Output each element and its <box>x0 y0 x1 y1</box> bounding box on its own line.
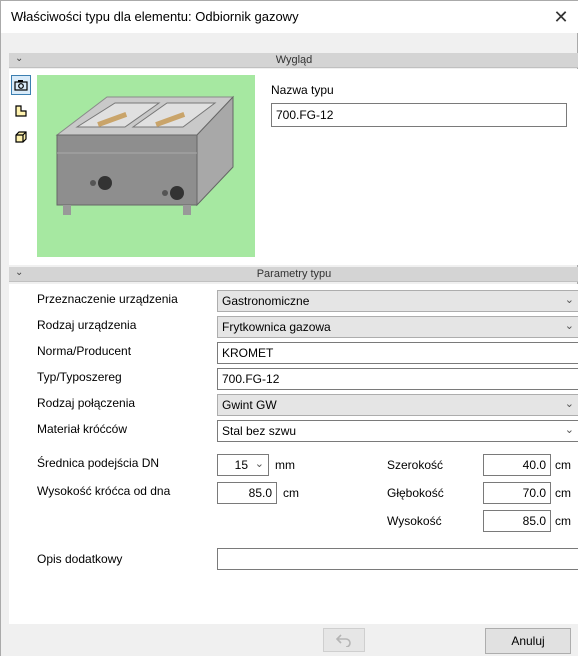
3d-view-button[interactable] <box>11 127 31 147</box>
height-unit: cm <box>555 514 571 528</box>
type-name-label: Nazwa typu <box>271 83 334 97</box>
diameter-unit: mm <box>275 458 295 472</box>
purpose-value: Gastronomiczne <box>222 294 310 308</box>
height-label: Wysokość <box>387 514 442 528</box>
chevron-down-icon: ⌄ <box>564 320 574 332</box>
purpose-label: Przeznaczenie urządzenia <box>37 292 178 306</box>
params-section-label: Parametry typu <box>256 268 332 280</box>
window-title: Właściwości typu dla elementu: Odbiornik… <box>11 9 299 24</box>
cube-icon <box>15 131 27 143</box>
title-bar: Właściwości typu dla elementu: Odbiornik… <box>1 1 578 33</box>
stub-height-unit: cm <box>283 486 299 500</box>
device-type-value: Frytkownica gazowa <box>222 320 331 334</box>
chevron-down-icon: ⌄ <box>564 294 574 306</box>
diameter-select[interactable]: 15 ⌄ <box>217 454 269 476</box>
connection-type-select[interactable]: Gwint GW ⌄ <box>217 394 578 416</box>
connection-type-label: Rodzaj połączenia <box>37 396 136 410</box>
look-section-label: Wygląd <box>275 54 313 66</box>
stub-height-input[interactable]: 85.0 <box>217 482 277 504</box>
stub-material-label: Materiał króćców <box>37 422 128 436</box>
stub-material-value: Stal bez szwu <box>222 424 297 438</box>
description-input[interactable] <box>217 548 578 570</box>
type-name-input[interactable]: 700.FG-12 <box>271 103 567 127</box>
series-input[interactable]: 700.FG-12 <box>217 368 578 390</box>
description-label: Opis dodatkowy <box>37 552 123 566</box>
diameter-label: Średnica podejścia DN <box>37 456 160 470</box>
gas-fryer-preview <box>37 75 255 257</box>
chevron-down-icon: ⌄ <box>564 424 574 436</box>
camera-icon <box>14 80 28 91</box>
undo-button[interactable] <box>323 628 365 652</box>
dialog-footer: Anuluj <box>1 624 578 656</box>
layout-view-button[interactable] <box>11 101 31 121</box>
close-button[interactable]: ✕ <box>549 5 573 29</box>
params-panel: Przeznaczenie urządzenia Gastronomiczne … <box>9 284 578 624</box>
width-label: Szerokość <box>387 458 444 472</box>
cancel-button[interactable]: Anuluj <box>485 628 571 654</box>
diameter-value: 15 <box>234 458 248 472</box>
depth-label: Głębokość <box>387 486 444 500</box>
chevron-down-icon: ⌄ <box>564 398 574 410</box>
look-panel: Nazwa typu 700.FG-12 <box>9 69 578 265</box>
manufacturer-label: Norma/Producent <box>37 344 132 358</box>
layout-icon <box>15 105 27 117</box>
undo-icon <box>335 634 351 647</box>
height-input[interactable]: 85.0 <box>483 510 551 532</box>
series-label: Typ/Typoszereg <box>37 370 122 384</box>
width-unit: cm <box>555 458 571 472</box>
look-section-header[interactable]: ⌄ Wygląd <box>9 53 578 68</box>
chevron-down-icon: ⌄ <box>254 458 264 470</box>
purpose-select[interactable]: Gastronomiczne ⌄ <box>217 290 578 312</box>
type-properties-dialog: Właściwości typu dla elementu: Odbiornik… <box>0 0 578 656</box>
stub-material-select[interactable]: Stal bez szwu ⌄ <box>217 420 578 442</box>
device-type-label: Rodzaj urządzenia <box>37 318 137 332</box>
params-section-header[interactable]: ⌄ Parametry typu <box>9 267 578 282</box>
depth-input[interactable]: 70.0 <box>483 482 551 504</box>
camera-view-button[interactable] <box>11 75 31 95</box>
manufacturer-input[interactable]: KROMET <box>217 342 578 364</box>
connection-type-value: Gwint GW <box>222 398 277 412</box>
device-type-select[interactable]: Frytkownica gazowa ⌄ <box>217 316 578 338</box>
depth-unit: cm <box>555 486 571 500</box>
stub-height-label: Wysokość króćca od dna <box>37 484 171 498</box>
width-input[interactable]: 40.0 <box>483 454 551 476</box>
